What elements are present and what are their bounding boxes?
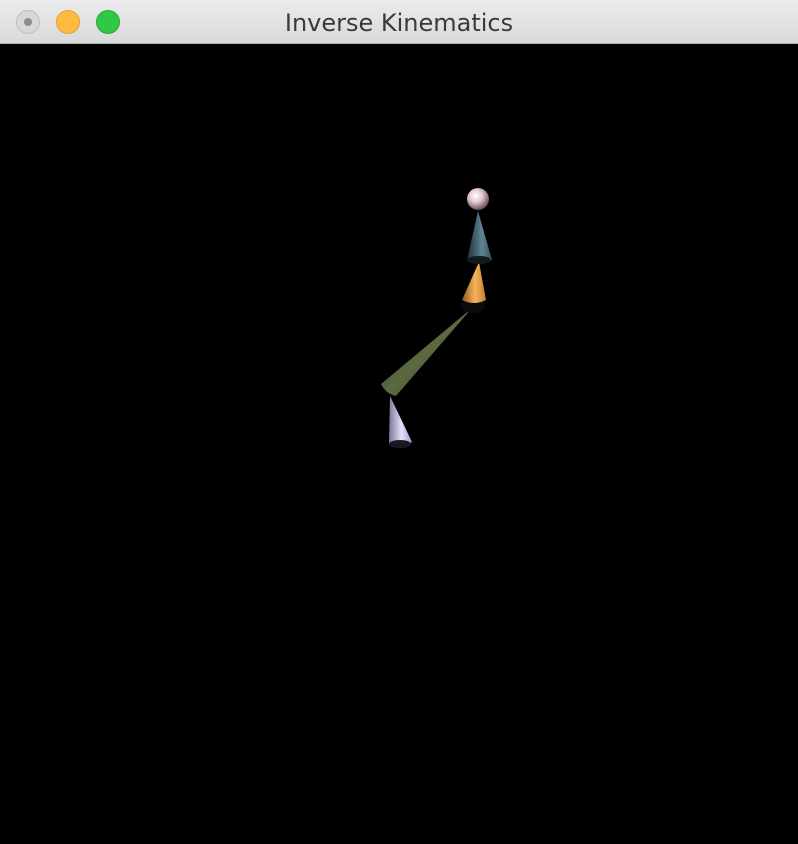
ik-segment-4	[389, 396, 412, 448]
gl-canvas[interactable]	[0, 44, 798, 844]
title-bar[interactable]: Inverse Kinematics	[0, 0, 798, 44]
ik-scene	[381, 188, 492, 448]
ik-segment-2	[462, 262, 486, 303]
app-window: Inverse Kinematics	[0, 0, 798, 844]
ik-segment-1	[467, 211, 492, 264]
window-title: Inverse Kinematics	[284, 9, 514, 37]
end-effector-sphere[interactable]	[467, 188, 489, 210]
ik-segment-3	[381, 308, 472, 396]
